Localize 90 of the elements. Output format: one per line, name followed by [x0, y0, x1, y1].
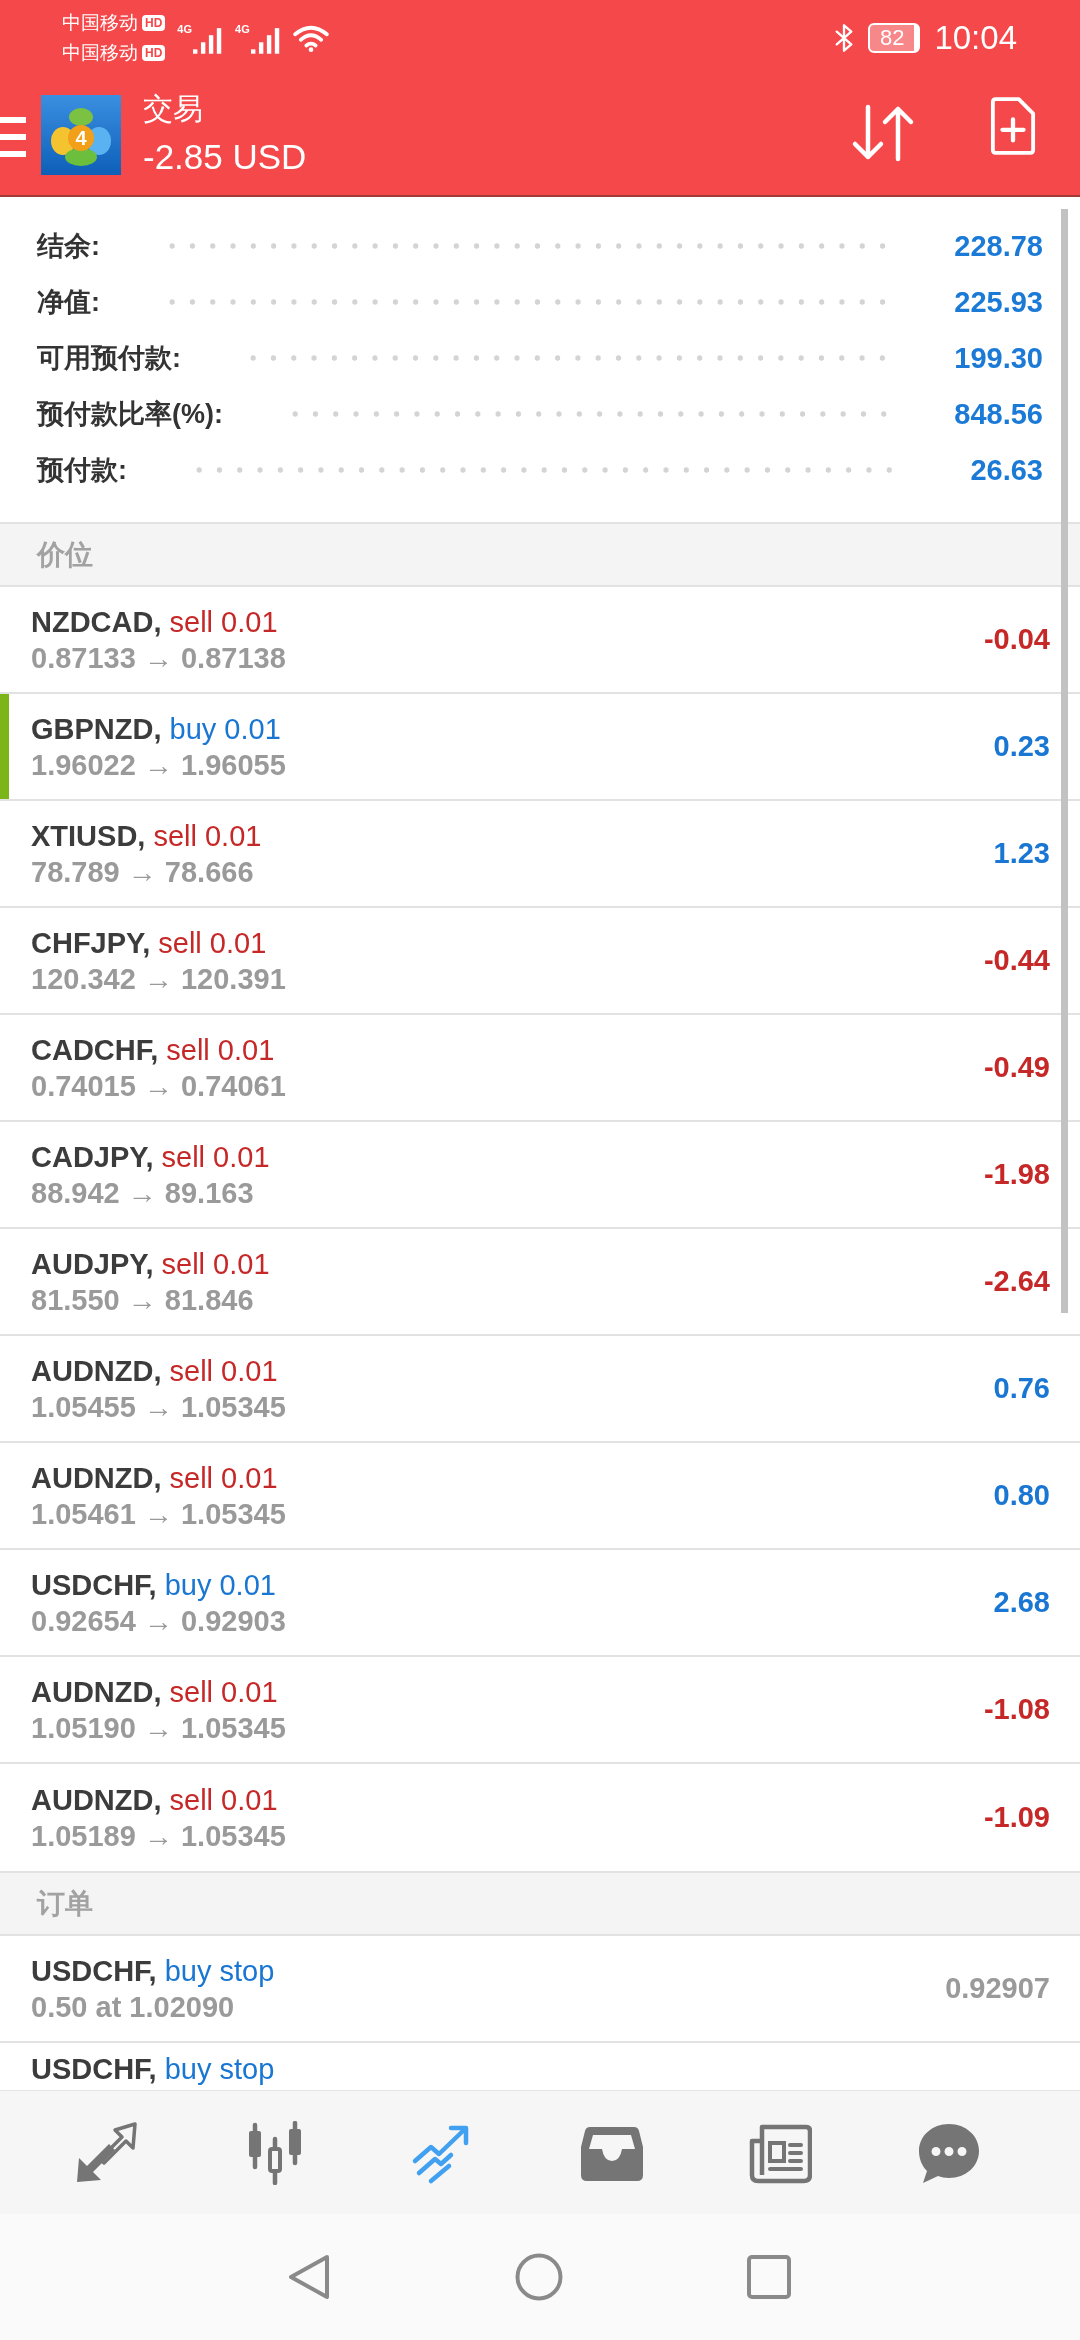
- symbol-text: AUDNZD,: [31, 1782, 162, 1818]
- sort-arrows-icon[interactable]: [851, 103, 915, 163]
- carrier-name: 中国移动: [62, 41, 138, 65]
- carrier-name: 中国移动: [62, 11, 138, 35]
- order-type-text: sell 0.01: [158, 925, 267, 961]
- summary-value: 26.63: [969, 453, 1043, 487]
- profit-text: -0.04: [983, 623, 1050, 656]
- bluetooth-icon: [833, 23, 854, 53]
- order-type-text: sell 0.01: [169, 1460, 278, 1496]
- recent-apps-icon[interactable]: [747, 2255, 791, 2299]
- summary-label: 预付款:: [37, 454, 127, 487]
- order-type-text: buy stop: [164, 2052, 275, 2087]
- profit-text: -0.44: [983, 944, 1050, 977]
- signal-bars-icon: [250, 26, 281, 54]
- summary-value: 848.56: [953, 397, 1043, 431]
- order-type-text: sell 0.01: [166, 1032, 275, 1068]
- hd-badge: HD: [142, 45, 166, 61]
- profit-text: -1.08: [983, 1693, 1050, 1726]
- price-change-text: 78.789 → 78.666: [31, 854, 254, 890]
- symbol-text: AUDNZD,: [31, 1674, 162, 1710]
- symbol-text: NZDCAD,: [31, 604, 162, 640]
- profit-text: 0.76: [993, 1372, 1050, 1405]
- order-type-text: buy 0.01: [164, 1567, 276, 1603]
- symbol-text: USDCHF,: [31, 1567, 157, 1603]
- current-price-text: 0.92907: [945, 1972, 1050, 2005]
- summary-value: 225.93: [953, 285, 1043, 319]
- hd-badge: HD: [142, 15, 166, 31]
- price-change-text: 0.87133 → 0.87138: [31, 640, 286, 676]
- price-change-text: 120.342 → 120.391: [31, 961, 286, 997]
- profit-text: -1.09: [983, 1801, 1050, 1834]
- summary-value: 228.78: [953, 229, 1043, 263]
- add-document-icon[interactable]: [990, 96, 1036, 156]
- section-header: 订单: [0, 1871, 1080, 1936]
- symbol-text: CADCHF,: [31, 1032, 159, 1068]
- signal-bars-icon: [193, 26, 224, 54]
- summary-label: 可用预付款:: [37, 342, 181, 375]
- profit-text: -0.49: [983, 1051, 1050, 1084]
- position-row[interactable]: GBPNZD, buy 0.01 1.96022 → 1.96055 0.23: [0, 694, 1080, 801]
- menu-icon[interactable]: [0, 117, 26, 157]
- symbol-text: CADJPY,: [31, 1139, 154, 1175]
- summary-label: 结余:: [37, 230, 100, 263]
- section-header: 价位: [0, 522, 1080, 587]
- wifi-icon: [292, 24, 329, 52]
- symbol-text: AUDNZD,: [31, 1460, 162, 1496]
- order-type-text: sell 0.01: [169, 1674, 278, 1710]
- symbol-text: GBPNZD,: [31, 711, 162, 747]
- price-change-text: 1.05461 → 1.05345: [31, 1496, 286, 1532]
- price-change-text: 0.92654 → 0.92903: [31, 1603, 286, 1639]
- profit-text: -2.64: [983, 1265, 1050, 1298]
- symbol-text: AUDJPY,: [31, 1246, 154, 1282]
- network-type-label: 4G: [235, 22, 250, 35]
- battery-indicator: 82: [867, 23, 921, 53]
- profit-text: 1.23: [993, 837, 1050, 870]
- clock-time: 10:04: [934, 18, 1017, 58]
- app-logo: 4: [41, 95, 121, 175]
- order-type-text: sell 0.01: [161, 1139, 270, 1175]
- profit-text: 0.23: [993, 730, 1050, 763]
- floating-profit-text: -2.85 USD: [143, 136, 307, 178]
- home-icon[interactable]: [515, 2253, 563, 2301]
- profit-text: 0.80: [993, 1479, 1050, 1512]
- back-icon[interactable]: [287, 2253, 331, 2301]
- order-type-text: sell 0.01: [169, 1353, 278, 1389]
- screen-title: 交易: [143, 91, 203, 127]
- order-type-text: sell 0.01: [169, 1782, 278, 1818]
- summary-label: 预付款比率(%):: [37, 398, 223, 431]
- symbol-text: CHFJPY,: [31, 925, 151, 961]
- symbol-text: XTIUSD,: [31, 818, 146, 854]
- symbol-text: USDCHF,: [31, 2052, 157, 2087]
- price-change-text: 88.942 → 89.163: [31, 1175, 254, 1211]
- symbol-text: USDCHF,: [31, 1953, 157, 1989]
- diagonal-arrows-icon: [74, 2120, 139, 2185]
- order-type-text: sell 0.01: [153, 818, 262, 854]
- price-change-text: 81.550 → 81.846: [31, 1282, 254, 1318]
- order-type-text: buy 0.01: [169, 711, 281, 747]
- scrollbar[interactable]: [1061, 209, 1068, 1313]
- price-change-text: 1.96022 → 1.96055: [31, 747, 286, 783]
- summary-label: 净值:: [37, 286, 100, 319]
- order-type-text: sell 0.01: [169, 604, 278, 640]
- summary-value: 199.30: [953, 341, 1043, 375]
- price-change-text: 1.05190 → 1.05345: [31, 1710, 286, 1746]
- symbol-text: AUDNZD,: [31, 1353, 162, 1389]
- price-change-text: 0.74015 → 0.74061: [31, 1068, 286, 1104]
- price-change-text: 1.05455 → 1.05345: [31, 1389, 286, 1425]
- order-type-text: buy stop: [164, 1953, 275, 1989]
- network-type-label: 4G: [177, 22, 193, 35]
- order-detail-text: 0.50 at 1.02090: [31, 1989, 235, 2025]
- order-type-text: sell 0.01: [161, 1246, 270, 1282]
- profit-text: -1.98: [983, 1158, 1050, 1191]
- price-change-text: 1.05189 → 1.05345: [31, 1818, 286, 1854]
- profit-text: 2.68: [993, 1586, 1050, 1619]
